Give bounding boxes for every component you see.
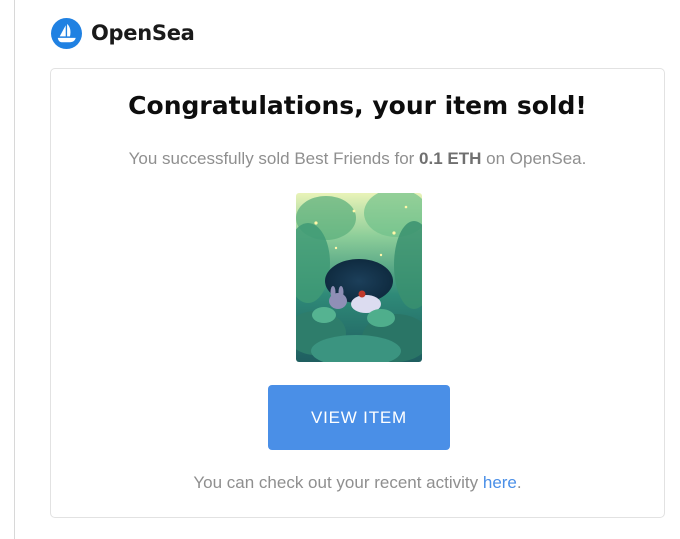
sale-message-suffix: on OpenSea. — [486, 149, 587, 168]
sale-notification-card: Congratulations, your item sold! You suc… — [50, 68, 665, 518]
left-divider — [14, 0, 15, 539]
brand-header: OpenSea — [51, 16, 195, 50]
brand-name: OpenSea — [91, 21, 195, 45]
headline: Congratulations, your item sold! — [128, 91, 587, 120]
recent-activity-link[interactable]: here — [483, 473, 517, 492]
recent-activity-prefix: You can check out your recent activity — [193, 473, 479, 492]
recent-activity-suffix: . — [516, 473, 522, 492]
view-item-button[interactable]: VIEW ITEM — [268, 385, 450, 450]
nft-item-image[interactable] — [296, 193, 422, 362]
opensea-logo-icon — [51, 17, 82, 49]
sale-message-prefix: You successfully sold Best Friends for — [128, 149, 415, 168]
recent-activity-text: You can check out your recent activity h… — [51, 473, 664, 493]
sale-amount: 0.1 ETH — [419, 149, 482, 168]
email-page: OpenSea Congratulations, your item sold!… — [0, 0, 680, 539]
sale-message: You successfully sold Best Friends for 0… — [51, 149, 664, 169]
